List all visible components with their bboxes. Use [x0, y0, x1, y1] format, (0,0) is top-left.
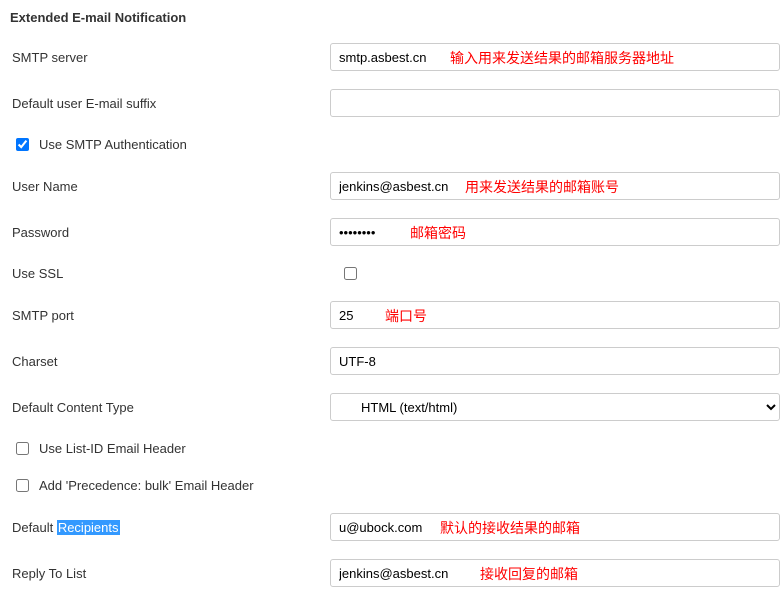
label-smtp-server: SMTP server	[10, 50, 330, 65]
input-reply-to-list[interactable]	[330, 559, 780, 587]
row-smtp-port: SMTP port 端口号	[10, 301, 780, 329]
label-reply-to-list: Reply To List	[10, 566, 330, 581]
input-smtp-server[interactable]	[330, 43, 780, 71]
label-default-recipients: Default Recipients	[10, 520, 330, 535]
input-default-suffix[interactable]	[330, 89, 780, 117]
row-default-suffix: Default user E-mail suffix	[10, 89, 780, 117]
row-reply-to-list: Reply To List 接收回复的邮箱	[10, 559, 780, 587]
row-use-listid: Use List-ID Email Header	[10, 439, 780, 458]
row-use-smtp-auth: Use SMTP Authentication	[10, 135, 780, 154]
input-password[interactable]	[330, 218, 780, 246]
label-password: Password	[10, 225, 330, 240]
row-default-recipients: Default Recipients 默认的接收结果的邮箱	[10, 513, 780, 541]
highlight-recipients: Recipients	[57, 520, 120, 535]
input-user-name[interactable]	[330, 172, 780, 200]
input-charset[interactable]	[330, 347, 780, 375]
section-title: Extended E-mail Notification	[10, 10, 780, 25]
checkbox-use-smtp-auth[interactable]	[16, 138, 29, 151]
label-user-name: User Name	[10, 179, 330, 194]
row-smtp-server: SMTP server 输入用来发送结果的邮箱服务器地址	[10, 43, 780, 71]
input-default-recipients[interactable]	[330, 513, 780, 541]
label-charset: Charset	[10, 354, 330, 369]
label-content-type: Default Content Type	[10, 400, 330, 415]
row-user-name: User Name 用来发送结果的邮箱账号	[10, 172, 780, 200]
label-use-listid: Use List-ID Email Header	[39, 441, 186, 456]
label-default-suffix: Default user E-mail suffix	[10, 96, 330, 111]
input-smtp-port[interactable]	[330, 301, 780, 329]
checkbox-add-precedence[interactable]	[16, 479, 29, 492]
label-use-ssl: Use SSL	[10, 266, 330, 281]
row-add-precedence: Add 'Precedence: bulk' Email Header	[10, 476, 780, 495]
label-smtp-port: SMTP port	[10, 308, 330, 323]
checkbox-use-ssl[interactable]	[344, 267, 357, 280]
row-content-type: Default Content Type HTML (text/html)	[10, 393, 780, 421]
select-content-type[interactable]: HTML (text/html)	[330, 393, 780, 421]
checkbox-use-listid[interactable]	[16, 442, 29, 455]
row-use-ssl: Use SSL	[10, 264, 780, 283]
row-charset: Charset	[10, 347, 780, 375]
row-password: Password 邮箱密码	[10, 218, 780, 246]
label-use-smtp-auth: Use SMTP Authentication	[39, 137, 187, 152]
label-add-precedence: Add 'Precedence: bulk' Email Header	[39, 478, 254, 493]
